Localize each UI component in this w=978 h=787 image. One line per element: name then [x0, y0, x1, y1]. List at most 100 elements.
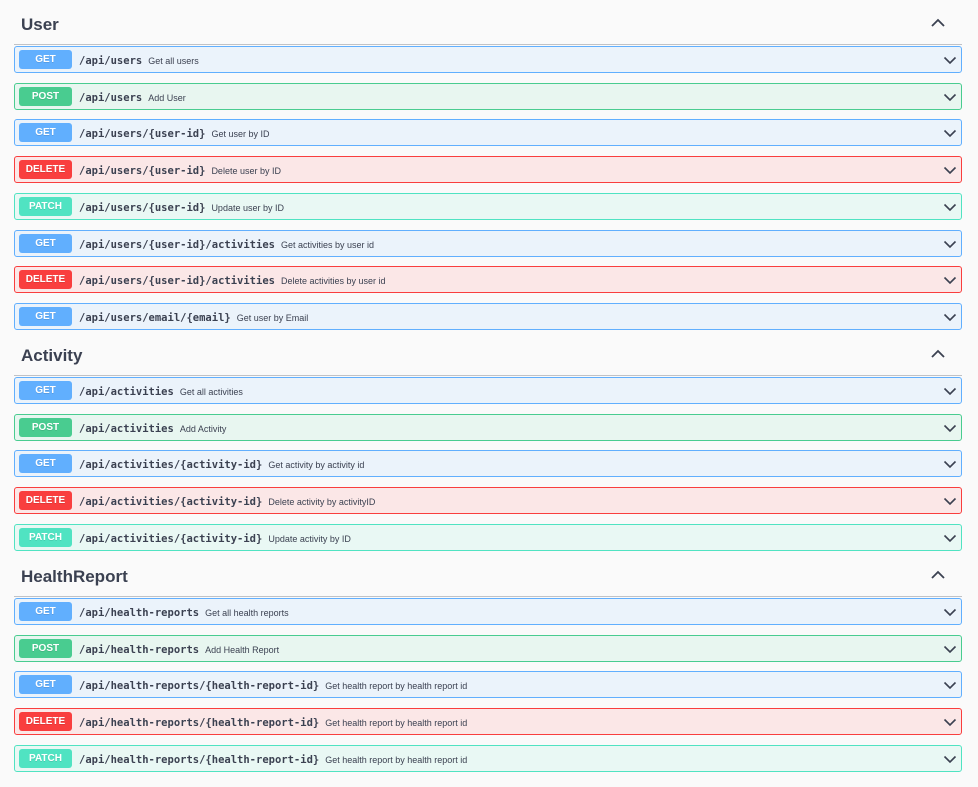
operation-post[interactable]: POST/api/activities Add Activity: [14, 414, 962, 441]
operation-get[interactable]: GET/api/users/{user-id} Get user by ID: [14, 119, 962, 146]
operation-get[interactable]: GET/api/activities/{activity-id} Get acti…: [14, 450, 962, 477]
chevron-down-icon[interactable]: [943, 90, 957, 104]
operation-line: /api/users Add User: [79, 84, 186, 109]
method-badge: DELETE: [19, 712, 72, 731]
section-header[interactable]: User: [14, 3, 962, 45]
operation-get[interactable]: GET/api/users/{user-id}/activities Get ac…: [14, 230, 962, 257]
operation-get[interactable]: GET/api/health-reports/{health-report-id…: [14, 671, 962, 698]
operation-line: /api/health-reports/{health-report-id} Ge…: [79, 709, 467, 734]
method-badge: POST: [19, 87, 72, 106]
operation-path: /api/users/{user-id}: [79, 165, 206, 177]
operation-summary: Get user by ID: [211, 129, 270, 139]
method-badge: GET: [19, 307, 72, 326]
operation-delete[interactable]: DELETE/api/users/{user-id} Delete user by…: [14, 156, 962, 183]
method-badge: PATCH: [19, 197, 72, 216]
chevron-down-icon[interactable]: [943, 605, 957, 619]
operation-line: /api/users/{user-id}/activities Get activ…: [79, 231, 374, 256]
chevron-down-icon[interactable]: [943, 53, 957, 67]
operation-path: /api/activities/{activity-id}: [79, 496, 263, 508]
method-badge: PATCH: [19, 749, 72, 768]
operation-summary: Get health report by health report id: [325, 755, 468, 765]
operation-post[interactable]: POST/api/health-reports Add Health Report: [14, 635, 962, 662]
operation-path: /api/health-reports/{health-report-id}: [79, 680, 320, 692]
operation-summary: Update activity by ID: [268, 534, 351, 544]
api-docs-page: User GET/api/users Get all users POST/api/u…: [0, 0, 978, 787]
operation-path: /api/users/{user-id}: [79, 128, 206, 140]
operation-summary: Delete user by ID: [211, 166, 281, 176]
operation-line: /api/health-reports Get all health report…: [79, 599, 289, 624]
chevron-down-icon[interactable]: [943, 752, 957, 766]
operation-line: /api/health-reports/{health-report-id} Ge…: [79, 746, 467, 771]
operation-summary: Get all health reports: [205, 608, 289, 618]
operation-patch[interactable]: PATCH/api/activities/{activity-id} Update…: [14, 524, 962, 551]
section-title: User: [21, 15, 59, 34]
operation-summary: Get health report by health report id: [325, 718, 468, 728]
operation-summary: Update user by ID: [211, 203, 284, 213]
chevron-down-icon[interactable]: [943, 310, 957, 324]
chevron-down-icon[interactable]: [943, 384, 957, 398]
operation-delete[interactable]: DELETE/api/activities/{activity-id} Delet…: [14, 487, 962, 514]
operation-delete[interactable]: DELETE/api/health-reports/{health-report…: [14, 708, 962, 735]
operation-post[interactable]: POST/api/users Add User: [14, 83, 962, 110]
method-badge: GET: [19, 675, 72, 694]
operation-line: /api/health-reports Add Health Report: [79, 636, 279, 661]
chevron-down-icon[interactable]: [943, 494, 957, 508]
operation-line: /api/activities/{activity-id} Get activit…: [79, 451, 364, 476]
method-badge: GET: [19, 602, 72, 621]
operation-path: /api/users/{user-id}: [79, 202, 206, 214]
method-badge: GET: [19, 123, 72, 142]
operation-patch[interactable]: PATCH/api/users/{user-id} Update user by …: [14, 193, 962, 220]
method-badge: GET: [19, 454, 72, 473]
operation-line: /api/health-reports/{health-report-id} Ge…: [79, 672, 467, 697]
operation-line: /api/activities/{activity-id} Delete acti…: [79, 488, 375, 513]
operation-get[interactable]: GET/api/activities Get all activities: [14, 377, 962, 404]
operation-line: /api/users/{user-id} Get user by ID: [79, 120, 269, 145]
chevron-down-icon[interactable]: [943, 163, 957, 177]
operation-line: /api/users/{user-id}/activities Delete ac…: [79, 267, 386, 292]
operation-path: /api/users/email/{email}: [79, 312, 231, 324]
operation-path: /api/activities/{activity-id}: [79, 459, 263, 471]
chevron-down-icon[interactable]: [943, 642, 957, 656]
method-badge: POST: [19, 639, 72, 658]
method-badge: PATCH: [19, 528, 72, 547]
operation-line: /api/activities Add Activity: [79, 415, 226, 440]
method-badge: POST: [19, 418, 72, 437]
operation-summary: Delete activity by activityID: [268, 497, 376, 507]
chevron-down-icon[interactable]: [943, 531, 957, 545]
chevron-up-icon[interactable]: [930, 567, 946, 583]
operation-summary: Get user by Email: [236, 313, 309, 323]
operation-path: /api/users: [79, 55, 143, 67]
section-header[interactable]: Activity: [14, 334, 962, 376]
chevron-down-icon[interactable]: [943, 457, 957, 471]
operation-line: /api/activities Get all activities: [79, 378, 243, 403]
chevron-down-icon[interactable]: [943, 678, 957, 692]
chevron-up-icon[interactable]: [930, 15, 946, 31]
operation-path: /api/users/{user-id}/activities: [79, 275, 275, 287]
method-badge: GET: [19, 50, 72, 69]
operation-get[interactable]: GET/api/users/email/{email} Get user by E…: [14, 303, 962, 330]
operation-path: /api/users: [79, 92, 143, 104]
section-header[interactable]: HealthReport: [14, 555, 962, 597]
operation-summary: Get health report by health report id: [325, 681, 468, 691]
operation-summary: Delete activities by user id: [280, 276, 386, 286]
operation-get[interactable]: GET/api/users Get all users: [14, 46, 962, 73]
section-title: Activity: [21, 346, 83, 365]
operation-get[interactable]: GET/api/health-reports Get all health rep…: [14, 598, 962, 625]
operation-path: /api/health-reports: [79, 644, 200, 656]
operation-path: /api/users/{user-id}/activities: [79, 239, 275, 251]
operation-line: /api/users/{user-id} Delete user by ID: [79, 157, 281, 182]
operation-summary: Get activities by user id: [280, 240, 375, 250]
chevron-down-icon[interactable]: [943, 715, 957, 729]
operation-delete[interactable]: DELETE/api/users/{user-id}/activities Del…: [14, 266, 962, 293]
operation-path: /api/health-reports/{health-report-id}: [79, 717, 320, 729]
chevron-up-icon[interactable]: [930, 346, 946, 362]
chevron-down-icon[interactable]: [943, 273, 957, 287]
method-badge: DELETE: [19, 270, 72, 289]
chevron-down-icon[interactable]: [943, 237, 957, 251]
operation-line: /api/users/{user-id} Update user by ID: [79, 194, 284, 219]
operation-summary: Get all activities: [179, 387, 243, 397]
chevron-down-icon[interactable]: [943, 200, 957, 214]
chevron-down-icon[interactable]: [943, 126, 957, 140]
operation-patch[interactable]: PATCH/api/health-reports/{health-report-…: [14, 745, 962, 772]
chevron-down-icon[interactable]: [943, 421, 957, 435]
